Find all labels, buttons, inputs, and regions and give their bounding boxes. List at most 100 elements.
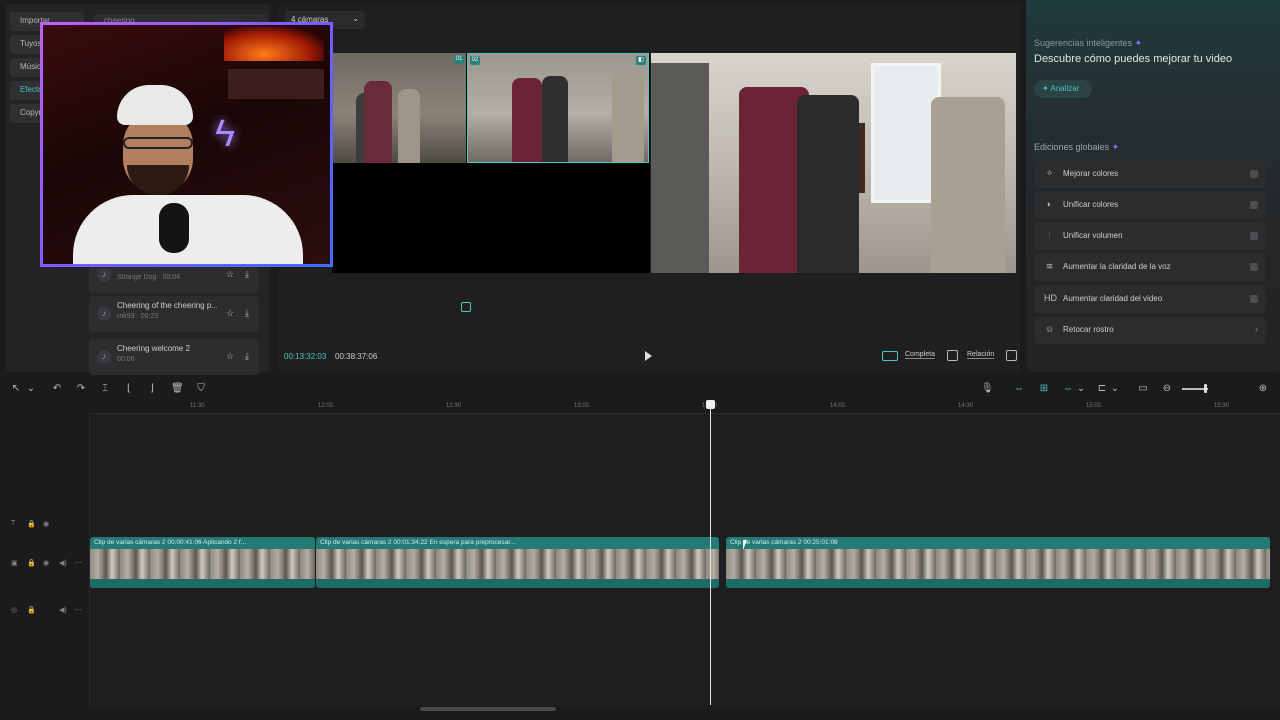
download-icon[interactable]: ⤓ [241, 350, 253, 362]
time-ruler[interactable]: 11:30 12:00 12:30 13:00 13:30 14:00 14:3… [90, 400, 1280, 414]
layout-grid-icon[interactable] [882, 351, 898, 361]
toggle[interactable] [1250, 263, 1258, 271]
person-figure [364, 81, 392, 163]
camera-tile-2[interactable]: 02 ◧ [467, 53, 649, 163]
camera-tag: 02 [470, 56, 480, 65]
full-quality-button[interactable]: Completa [905, 351, 935, 359]
sound-meta: rnk93 · 00:23 [117, 313, 159, 320]
sound-title: Cheering of the cheering p... [117, 301, 217, 310]
delete-icon[interactable]: 🗑 [171, 383, 184, 395]
zoom-in-icon[interactable]: ⊕ [1257, 383, 1269, 395]
favorite-icon[interactable]: ☆ [224, 268, 236, 280]
eye-icon[interactable]: ◉ [43, 520, 49, 528]
text-track-icon: T [11, 520, 16, 527]
sound-item[interactable]: ♪ Cheering of the cheering p... rnk93 · … [89, 296, 259, 332]
clip-thumbnails [90, 549, 315, 579]
global-edit-item[interactable]: ☺ Retocar rostro › [1034, 316, 1266, 344]
chevron-down-icon[interactable]: ⌄ [1075, 383, 1087, 395]
more-icon[interactable]: ⋯ [75, 606, 82, 614]
global-edit-item[interactable]: ✧ Mejorar colores [1034, 160, 1266, 188]
lock-icon[interactable]: 🔒 [27, 520, 36, 528]
timeline-clip[interactable]: Clip de varias cámaras 2 00:01:34:22 En … [316, 537, 719, 588]
split-icon[interactable]: ⌶ [99, 383, 111, 395]
global-edit-item[interactable]: ◐ Unificar colores [1034, 191, 1266, 219]
ruler-label: 14:30 [958, 403, 974, 409]
ruler-label: 15:00 [1086, 403, 1102, 409]
playhead-handle[interactable] [706, 400, 715, 409]
analyze-button[interactable]: ✦ Analizar [1034, 80, 1092, 98]
fireplace-screen [224, 27, 324, 61]
download-icon[interactable]: ⤓ [241, 307, 253, 319]
snap-icon[interactable]: ⇔ [1062, 383, 1074, 395]
speaker-icon[interactable]: ◀) [59, 606, 67, 614]
music-note-icon: ♪ [97, 350, 111, 364]
program-monitor[interactable] [651, 53, 1016, 273]
chevron-down-icon[interactable]: ⌄ [25, 383, 37, 395]
eye-icon[interactable]: ◉ [43, 559, 49, 567]
suggestions-title: Sugerencias inteligentes [1034, 38, 1133, 48]
snapshot-icon[interactable] [947, 350, 958, 361]
sliders-icon: ⫶ [1048, 230, 1051, 240]
toggle[interactable] [1250, 170, 1258, 178]
redo-icon[interactable]: ↷ [75, 383, 87, 395]
timeline-scrollbar[interactable] [420, 707, 556, 711]
speaker-icon[interactable]: ◀) [59, 559, 67, 567]
toggle[interactable] [1250, 201, 1258, 209]
trim-right-icon[interactable]: ⌋ [146, 383, 158, 395]
subtitle-icon[interactable]: ▭ [1137, 383, 1149, 395]
global-edit-label: Unificar volumen [1063, 231, 1123, 240]
play-button[interactable] [645, 351, 652, 361]
download-icon[interactable]: ⤓ [241, 268, 253, 280]
webcam-overlay: ϟ [40, 22, 333, 267]
playhead[interactable] [710, 400, 711, 705]
glasses [123, 137, 193, 149]
camera-tag-icon: ◧ [636, 56, 646, 65]
microphone [159, 203, 189, 253]
global-edit-label: Aumentar la claridad de la voz [1063, 262, 1171, 271]
preview-axis-icon[interactable]: ⊏ [1096, 383, 1108, 395]
timeline-clip[interactable]: Clip de varias cámaras 2 00:00:41:06 Apl… [90, 537, 315, 588]
global-edit-label: Aumentar claridad del video [1063, 294, 1163, 303]
analyze-label: Analizar [1050, 84, 1080, 93]
select-tool-icon[interactable]: ↖ [10, 383, 22, 395]
audio-track-icon: ◎ [11, 607, 18, 614]
lock-icon[interactable]: 🔒 [27, 606, 36, 614]
magnet-icon[interactable]: ⊞ [1038, 383, 1050, 395]
marker-icon[interactable]: ⛉ [195, 383, 207, 395]
trim-left-icon[interactable]: ⌊ [123, 383, 135, 395]
timeline-clip[interactable]: Clip de varias cámaras 2 00:25:01:08 [726, 537, 1270, 588]
sound-title: Cheering welcome 2 [117, 344, 190, 353]
favorite-icon[interactable]: ☆ [224, 307, 236, 319]
global-edit-item[interactable]: ≋ Aumentar la claridad de la voz [1034, 253, 1266, 281]
undo-icon[interactable]: ↶ [51, 383, 63, 395]
music-note-icon: ♪ [97, 307, 111, 321]
chevron-down-icon[interactable]: ⌄ [1109, 383, 1121, 395]
lock-icon[interactable]: 🔒 [27, 559, 36, 567]
global-edit-item[interactable]: ⫶ Unificar volumen [1034, 222, 1266, 250]
voice-wave-icon: ≋ [1045, 261, 1054, 271]
clip-audio-strip [316, 579, 719, 588]
aspect-ratio-button[interactable]: Relación [967, 351, 995, 359]
more-icon[interactable]: ⋯ [75, 559, 82, 567]
toggle[interactable] [1250, 232, 1258, 240]
clip-audio-strip [90, 579, 315, 588]
person-figure [612, 70, 644, 162]
favorite-icon[interactable]: ☆ [224, 350, 236, 362]
sound-item[interactable]: ♪ Cheering welcome 2 00:06 ☆ ⤓ [89, 339, 259, 375]
multicam-icon[interactable] [461, 302, 471, 312]
link-icon[interactable]: ⇔ [1013, 383, 1025, 395]
zoom-slider-knob[interactable] [1204, 384, 1207, 393]
fullscreen-icon[interactable] [1006, 350, 1017, 361]
zoom-out-icon[interactable]: ⊖ [1161, 383, 1173, 395]
ruler-label: 14:00 [830, 403, 846, 409]
microphone-icon[interactable]: 🎙 [981, 383, 994, 395]
doorway [651, 63, 709, 273]
face-retouch-icon: ☺ [1044, 324, 1055, 334]
toggle[interactable] [1250, 295, 1258, 303]
clip-thumbnails [316, 549, 719, 579]
camera-tile-1[interactable]: 01 [332, 53, 466, 163]
global-edit-item[interactable]: HD Aumentar claridad del video [1034, 285, 1266, 313]
sound-meta: 00:06 [117, 356, 135, 363]
global-edits-title: Ediciones globales [1034, 142, 1110, 152]
ruler-label: 13:00 [574, 403, 590, 409]
